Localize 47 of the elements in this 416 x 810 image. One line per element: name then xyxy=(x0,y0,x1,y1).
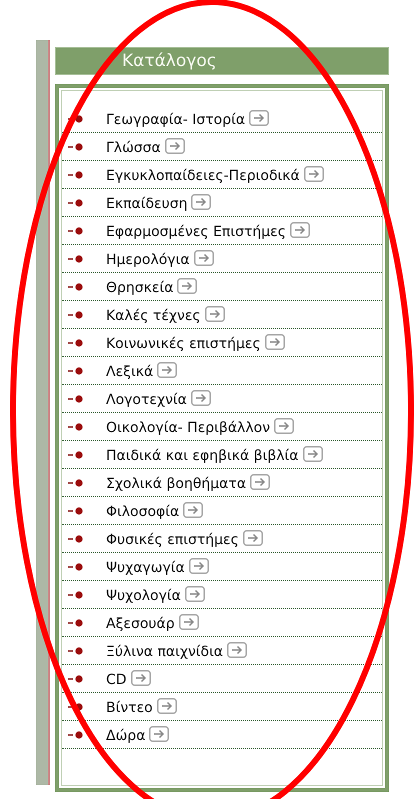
bullet-icon xyxy=(68,591,84,599)
category-link[interactable]: Εκπαίδευση xyxy=(106,196,188,212)
category-link[interactable]: Γεωγραφία- Ιστορία xyxy=(106,112,246,128)
category-link[interactable]: Γλώσσα xyxy=(106,140,161,156)
bullet-icon xyxy=(68,507,84,515)
category-link[interactable]: Εγκυκλοπαίδειες-Περιοδικά xyxy=(106,168,300,184)
bullet-icon xyxy=(68,451,84,459)
category-link[interactable]: Θρησκεία xyxy=(106,280,174,296)
bullet-icon xyxy=(68,619,84,627)
category-link[interactable]: Λεξικά xyxy=(106,364,154,380)
bullet-icon xyxy=(68,647,84,655)
bullet-icon xyxy=(68,115,84,123)
bullet-icon xyxy=(68,255,84,263)
category-link[interactable]: Δώρα xyxy=(106,728,146,744)
category-link[interactable]: Εφαρμοσμένες Επιστήμες xyxy=(106,224,286,240)
category-link[interactable]: Παιδικά και εφηβικά βιβλία xyxy=(106,448,299,464)
bullet-icon xyxy=(68,395,84,403)
bullet-icon xyxy=(68,423,84,431)
category-link[interactable]: Σχολικά βοηθήματα xyxy=(106,476,246,492)
bullet-icon xyxy=(68,367,84,375)
bullet-icon xyxy=(68,227,84,235)
category-link[interactable]: Ημερολόγια xyxy=(106,252,190,268)
category-link[interactable]: Κοινωνικές επιστήμες xyxy=(106,336,261,352)
category-link[interactable]: Ψυχολογία xyxy=(106,588,181,604)
bullet-icon xyxy=(68,703,84,711)
bullet-icon xyxy=(68,199,84,207)
category-link[interactable]: Ψυχαγωγία xyxy=(106,560,185,576)
category-link[interactable]: Αξεσουάρ xyxy=(106,616,175,632)
bullet-icon xyxy=(68,535,84,543)
bullet-icon xyxy=(68,479,84,487)
bullet-icon xyxy=(68,675,84,683)
bullet-icon xyxy=(68,563,84,571)
category-link[interactable]: Φυσικές επιστήμες xyxy=(106,532,239,548)
category-link[interactable]: Ξύλινα παιχνίδια xyxy=(106,644,224,660)
bullet-icon xyxy=(68,311,84,319)
bullet-icon xyxy=(68,171,84,179)
category-link[interactable]: CD xyxy=(106,672,127,688)
catalog-title: Κατάλογος xyxy=(122,51,217,71)
category-link[interactable]: Λογοτεχνία xyxy=(106,392,187,408)
category-link[interactable]: Καλές τέχνες xyxy=(106,308,201,324)
bullet-icon xyxy=(68,283,84,291)
category-link[interactable]: Οικολογία- Περιβάλλον xyxy=(106,420,270,436)
bullet-icon xyxy=(68,143,84,151)
bullet-icon xyxy=(68,339,84,347)
bullet-icon xyxy=(68,731,84,739)
category-link[interactable]: Φιλοσοφία xyxy=(106,504,180,520)
category-link[interactable]: Βίντεο xyxy=(106,700,153,716)
